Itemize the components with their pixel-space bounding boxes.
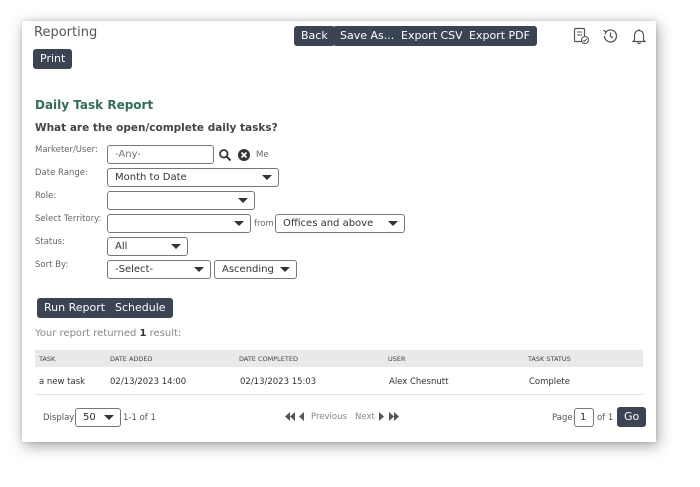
search-icon[interactable]	[218, 147, 232, 162]
role-select[interactable]	[107, 191, 255, 210]
clear-icon[interactable]	[237, 147, 251, 161]
cell-user: Alex Chesnutt	[389, 377, 449, 387]
export-pdf-button[interactable]: Export PDF	[462, 26, 537, 46]
date-range-label: Date Range:	[35, 168, 88, 178]
last-page-icon[interactable]	[389, 412, 400, 424]
table-header: TASK DATE ADDED DATE COMPLETED USER TASK…	[35, 350, 643, 367]
display-count-value: 50	[83, 412, 96, 423]
row-divider	[35, 394, 643, 395]
from-value: Offices and above	[283, 218, 374, 229]
first-page-icon[interactable]	[285, 412, 296, 424]
status-label: Status:	[35, 237, 65, 247]
from-select[interactable]: Offices and above	[275, 214, 405, 233]
report-panel: Reporting Back Save As... Export CSV Exp…	[22, 21, 656, 442]
next-icon[interactable]	[379, 412, 385, 424]
column-header-date-added[interactable]: DATE ADDED	[110, 355, 153, 363]
page-of-text: of 1	[597, 413, 614, 423]
history-icon[interactable]	[601, 27, 619, 45]
sort-order-value: Ascending	[222, 264, 274, 275]
sort-order-select[interactable]: Ascending	[214, 260, 297, 279]
chevron-down-icon	[238, 198, 248, 203]
previous-link[interactable]: Previous	[311, 412, 347, 422]
report-title: Daily Task Report	[35, 98, 154, 112]
me-link[interactable]: Me	[256, 150, 269, 160]
bell-icon[interactable]	[630, 27, 648, 45]
chevron-down-icon	[171, 244, 181, 249]
chevron-down-icon	[280, 267, 290, 272]
run-report-button[interactable]: Run Report	[37, 298, 113, 318]
report-question: What are the open/complete daily tasks?	[35, 122, 278, 134]
result-prefix: Your report returned	[35, 328, 140, 339]
go-button[interactable]: Go	[617, 407, 647, 427]
back-button[interactable]: Back	[294, 26, 335, 46]
chevron-down-icon	[262, 175, 272, 180]
chevron-down-icon	[104, 415, 114, 420]
sort-label: Sort By:	[35, 260, 69, 270]
cell-date-completed: 02/13/2023 15:03	[240, 377, 317, 387]
territory-label: Select Territory:	[35, 214, 102, 224]
display-count-select[interactable]: 50	[75, 408, 121, 427]
cell-task-status: Complete	[529, 377, 570, 387]
page-input[interactable]: 1	[574, 408, 594, 427]
report-check-icon[interactable]	[572, 27, 590, 45]
range-text: 1-1 of 1	[123, 413, 156, 423]
page-label: Page	[552, 413, 573, 423]
column-header-date-completed[interactable]: DATE COMPLETED	[239, 355, 298, 363]
sort-by-value: -Select-	[115, 264, 154, 275]
from-label: from	[254, 219, 274, 229]
page-title: Reporting	[34, 25, 98, 40]
column-header-task-status[interactable]: TASK STATUS	[528, 355, 571, 363]
column-header-user[interactable]: USER	[388, 355, 406, 363]
chevron-down-icon	[234, 221, 244, 226]
display-label: Display	[43, 413, 75, 423]
result-summary: Your report returned 1 result:	[35, 328, 181, 339]
save-as-button[interactable]: Save As...	[333, 26, 402, 46]
cell-task[interactable]: a new task	[39, 377, 85, 387]
next-link[interactable]: Next	[355, 412, 375, 422]
date-range-value: Month to Date	[115, 172, 187, 183]
column-header-task[interactable]: TASK	[39, 355, 55, 363]
territory-select[interactable]	[107, 214, 251, 233]
export-csv-button[interactable]: Export CSV	[394, 26, 470, 46]
print-button[interactable]: Print	[33, 49, 73, 69]
chevron-down-icon	[194, 267, 204, 272]
status-value: All	[115, 241, 128, 252]
previous-icon[interactable]	[299, 412, 305, 424]
chevron-down-icon	[388, 221, 398, 226]
schedule-button[interactable]: Schedule	[108, 298, 173, 318]
role-label: Role:	[35, 191, 57, 201]
result-suffix: result:	[146, 328, 182, 339]
sort-by-select[interactable]: -Select-	[107, 260, 211, 279]
date-range-select[interactable]: Month to Date	[107, 168, 279, 187]
marketer-label: Marketer/User:	[35, 145, 98, 155]
cell-date-added: 02/13/2023 14:00	[110, 377, 187, 387]
marketer-input[interactable]: -Any-	[107, 145, 214, 164]
status-select[interactable]: All	[107, 237, 188, 256]
